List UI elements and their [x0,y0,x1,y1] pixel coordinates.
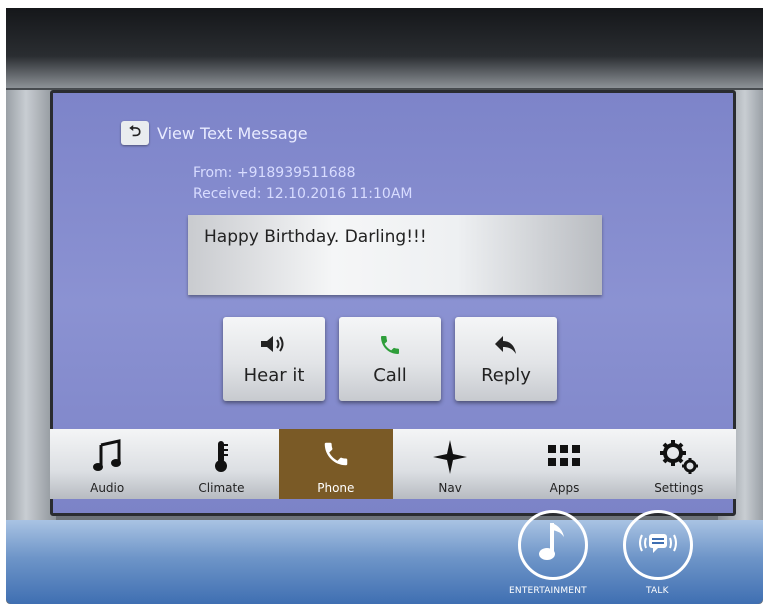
entertainment-button[interactable] [518,510,588,580]
screen-header: ⮌ View Text Message [121,121,308,145]
call-label: Call [373,364,407,386]
gears-icon [659,439,699,481]
nav-item-nav[interactable]: Nav [393,429,507,499]
entertainment-label: ENTERTAINMENT [509,586,587,596]
reply-icon [493,333,519,361]
hear-it-label: Hear it [243,364,305,386]
nav-label-climate: Climate [198,481,245,495]
message-meta: From: +918939511688 Received: 12.10.2016… [193,163,412,205]
back-button[interactable]: ⮌ [121,121,149,145]
nav-label-apps: Apps [549,481,580,495]
phone-icon [378,333,402,361]
nav-label-settings: Settings [654,481,704,495]
speaker-icon [259,333,289,361]
hear-it-button[interactable]: Hear it [223,317,325,401]
nav-label-audio: Audio [90,481,125,495]
nav-item-climate[interactable]: Climate [164,429,278,499]
reply-label: Reply [481,364,531,386]
nav-item-phone[interactable]: Phone [278,429,393,499]
received-timestamp: Received: 12.10.2016 11:10AM [193,186,413,202]
infotainment-screen: ⮌ View Text Message From: +918939511688 … [50,90,736,516]
message-body: Happy Birthday. Darling!!! [188,215,602,295]
phone-icon [321,439,351,481]
nav-label-nav: Nav [438,481,462,495]
compass-star-icon [432,439,468,481]
nav-item-apps[interactable]: Apps [507,429,621,499]
nav-item-audio[interactable]: Audio [50,429,164,499]
center-console: ENTERTAINMENT TALK [6,510,763,604]
sender-number: From: +918939511688 [193,165,356,181]
nav-item-settings[interactable]: Settings [622,429,736,499]
thermometer-icon [211,439,231,481]
back-arrow-icon: ⮌ [128,121,141,140]
music-note-icon [538,521,568,569]
talk-speech-icon [636,529,680,561]
call-button[interactable]: Call [339,317,441,401]
dashboard-top-rim [6,8,763,88]
message-text: Happy Birthday. Darling!!! [204,227,427,247]
talk-button[interactable] [623,510,693,580]
talk-label: TALK [646,586,669,596]
music-note-icon [92,439,122,481]
bottom-nav-bar: Audio Climate Phone Nav Apps Settings [50,429,736,499]
bezel-left-trim [6,90,56,520]
apps-grid-icon [547,439,581,481]
reply-button[interactable]: Reply [455,317,557,401]
page-title: View Text Message [157,123,308,143]
nav-label-phone: Phone [317,481,355,495]
